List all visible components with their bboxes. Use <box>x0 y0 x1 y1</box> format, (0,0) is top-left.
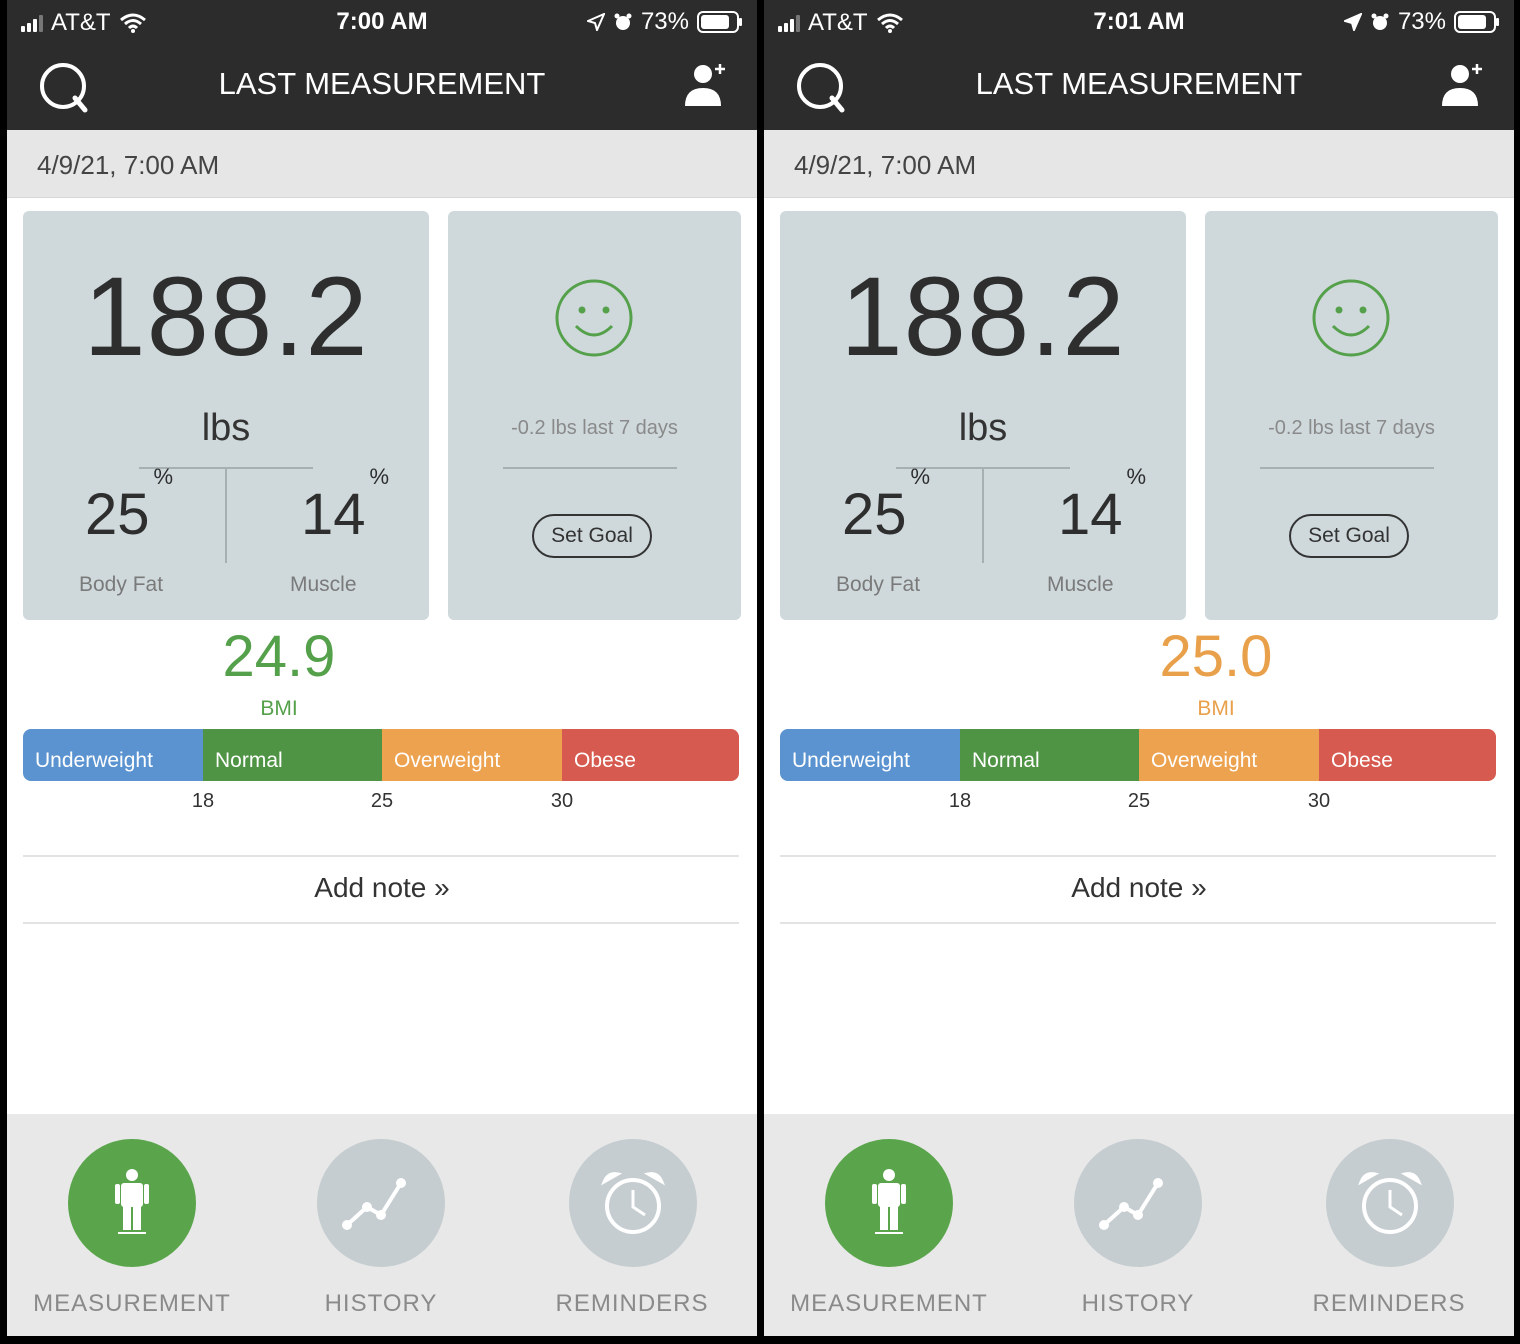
page-title: LAST MEASUREMENT <box>975 66 1303 101</box>
weight-value: 188.2 <box>83 254 369 379</box>
nav-bar: LAST MEASUREMENT <box>764 44 1514 130</box>
muscle-label: Muscle <box>290 573 357 596</box>
tab-history[interactable]: HISTORY <box>256 1114 506 1336</box>
body-fat-label: Body Fat <box>79 573 164 596</box>
bmi-tick: 18 <box>191 790 215 812</box>
tab-label: HISTORY <box>324 1290 438 1317</box>
body-fat-label: Body Fat <box>836 573 921 596</box>
bmi-segment-overweight: Overweight <box>1139 729 1319 781</box>
bmi-value: 25.0 <box>1159 624 1273 689</box>
tab-label: REMINDERS <box>1312 1290 1466 1317</box>
smiley-face-icon <box>555 279 633 357</box>
bmi-segment-underweight: Underweight <box>23 729 203 781</box>
tab-measurement[interactable]: MEASUREMENT <box>7 1114 257 1336</box>
bmi-label: BMI <box>1197 697 1235 720</box>
bmi-segment-normal: Normal <box>203 729 382 781</box>
set-goal-button[interactable]: Set Goal <box>532 514 652 558</box>
bmi-tick: 25 <box>1127 790 1151 812</box>
tab-measurement[interactable]: MEASUREMENT <box>764 1114 1014 1336</box>
bmi-segment-obese: Obese <box>1319 729 1496 781</box>
page-title: LAST MEASUREMENT <box>218 66 546 101</box>
alarm-clock-icon <box>601 1172 665 1234</box>
bmi-tick: 25 <box>370 790 394 812</box>
alarm-clock-icon <box>1358 1172 1422 1234</box>
divider <box>780 922 1496 924</box>
divider <box>23 922 739 924</box>
add-user-icon[interactable] <box>681 60 729 110</box>
person-icon <box>872 1169 906 1234</box>
measurement-date: 4/9/21, 7:00 AM <box>37 150 220 180</box>
weight-change-text: -0.2 lbs last 7 days <box>511 417 678 439</box>
phone-screen-right: AT&T 7:01 AM 73% LAST MEASUREMENT 4/9/21… <box>764 0 1514 1336</box>
set-goal-button[interactable]: Set Goal <box>1289 514 1409 558</box>
location-arrow-icon <box>1343 13 1362 31</box>
measurement-date-bar: 4/9/21, 7:00 AM <box>764 130 1514 198</box>
tab-label: MEASUREMENT <box>790 1290 988 1317</box>
phone-screen-left: AT&T 7:00 AM 73% LAST MEASUREMENT 4/9/21… <box>7 0 757 1336</box>
tab-label: HISTORY <box>1081 1290 1195 1317</box>
location-arrow-icon <box>586 13 605 31</box>
divider <box>503 467 677 469</box>
line-chart-icon <box>342 1178 406 1230</box>
weight-card: 188.2 lbs 25% Body Fat 14% Muscle <box>23 211 429 620</box>
bmi-scale-bar: Underweight Normal Overweight Obese <box>780 729 1496 781</box>
bmi-segment-underweight: Underweight <box>780 729 960 781</box>
body-fat-value: 25% <box>842 463 931 547</box>
bmi-tick: 18 <box>948 790 972 812</box>
status-bar: AT&T 7:00 AM 73% <box>7 0 757 44</box>
bmi-tick: 30 <box>1307 790 1331 812</box>
bmi-tick: 30 <box>550 790 574 812</box>
battery-icon <box>1454 11 1499 33</box>
goal-card: -0.2 lbs last 7 days Set Goal <box>448 211 741 620</box>
measurement-date: 4/9/21, 7:00 AM <box>794 150 977 180</box>
smiley-face-icon <box>1312 279 1390 357</box>
divider <box>780 855 1496 857</box>
bmi-label: BMI <box>260 697 298 720</box>
goal-card: -0.2 lbs last 7 days Set Goal <box>1205 211 1498 620</box>
weight-change-text: -0.2 lbs last 7 days <box>1268 417 1435 439</box>
bmi-segment-normal: Normal <box>960 729 1139 781</box>
line-chart-icon <box>1099 1178 1163 1230</box>
divider <box>982 469 984 563</box>
body-fat-value: 25% <box>85 463 174 547</box>
tab-history[interactable]: HISTORY <box>1013 1114 1263 1336</box>
bmi-value: 24.9 <box>222 624 336 689</box>
add-note-link[interactable]: Add note » <box>7 872 757 904</box>
battery-percent: 73% <box>640 8 689 35</box>
weight-unit: lbs <box>958 407 1008 449</box>
weight-unit: lbs <box>201 407 251 449</box>
bmi-scale-bar: Underweight Normal Overweight Obese <box>23 729 739 781</box>
tab-bar: MEASUREMENT HISTORY REMINDERS <box>7 1114 757 1336</box>
divider <box>1260 467 1434 469</box>
tab-reminders[interactable]: REMINDERS <box>507 1114 757 1336</box>
muscle-value: 14% <box>1058 463 1147 547</box>
person-icon <box>115 1169 149 1234</box>
status-bar: AT&T 7:01 AM 73% <box>764 0 1514 44</box>
battery-icon <box>697 11 742 33</box>
divider <box>225 469 227 563</box>
divider <box>23 855 739 857</box>
alarm-icon <box>1371 13 1389 30</box>
add-note-link[interactable]: Add note » <box>764 872 1514 904</box>
tab-label: REMINDERS <box>555 1290 709 1317</box>
bmi-segment-obese: Obese <box>562 729 739 781</box>
tab-reminders[interactable]: REMINDERS <box>1264 1114 1514 1336</box>
measurement-date-bar: 4/9/21, 7:00 AM <box>7 130 757 198</box>
add-user-icon[interactable] <box>1438 60 1486 110</box>
tab-bar: MEASUREMENT HISTORY REMINDERS <box>764 1114 1514 1336</box>
weight-value: 188.2 <box>840 254 1126 379</box>
tab-label: MEASUREMENT <box>33 1290 231 1317</box>
nav-bar: LAST MEASUREMENT <box>7 44 757 130</box>
alarm-icon <box>614 13 632 30</box>
muscle-label: Muscle <box>1047 573 1114 596</box>
weight-card: 188.2 lbs 25% Body Fat 14% Muscle <box>780 211 1186 620</box>
bmi-segment-overweight: Overweight <box>382 729 562 781</box>
muscle-value: 14% <box>301 463 390 547</box>
battery-percent: 73% <box>1397 8 1446 35</box>
